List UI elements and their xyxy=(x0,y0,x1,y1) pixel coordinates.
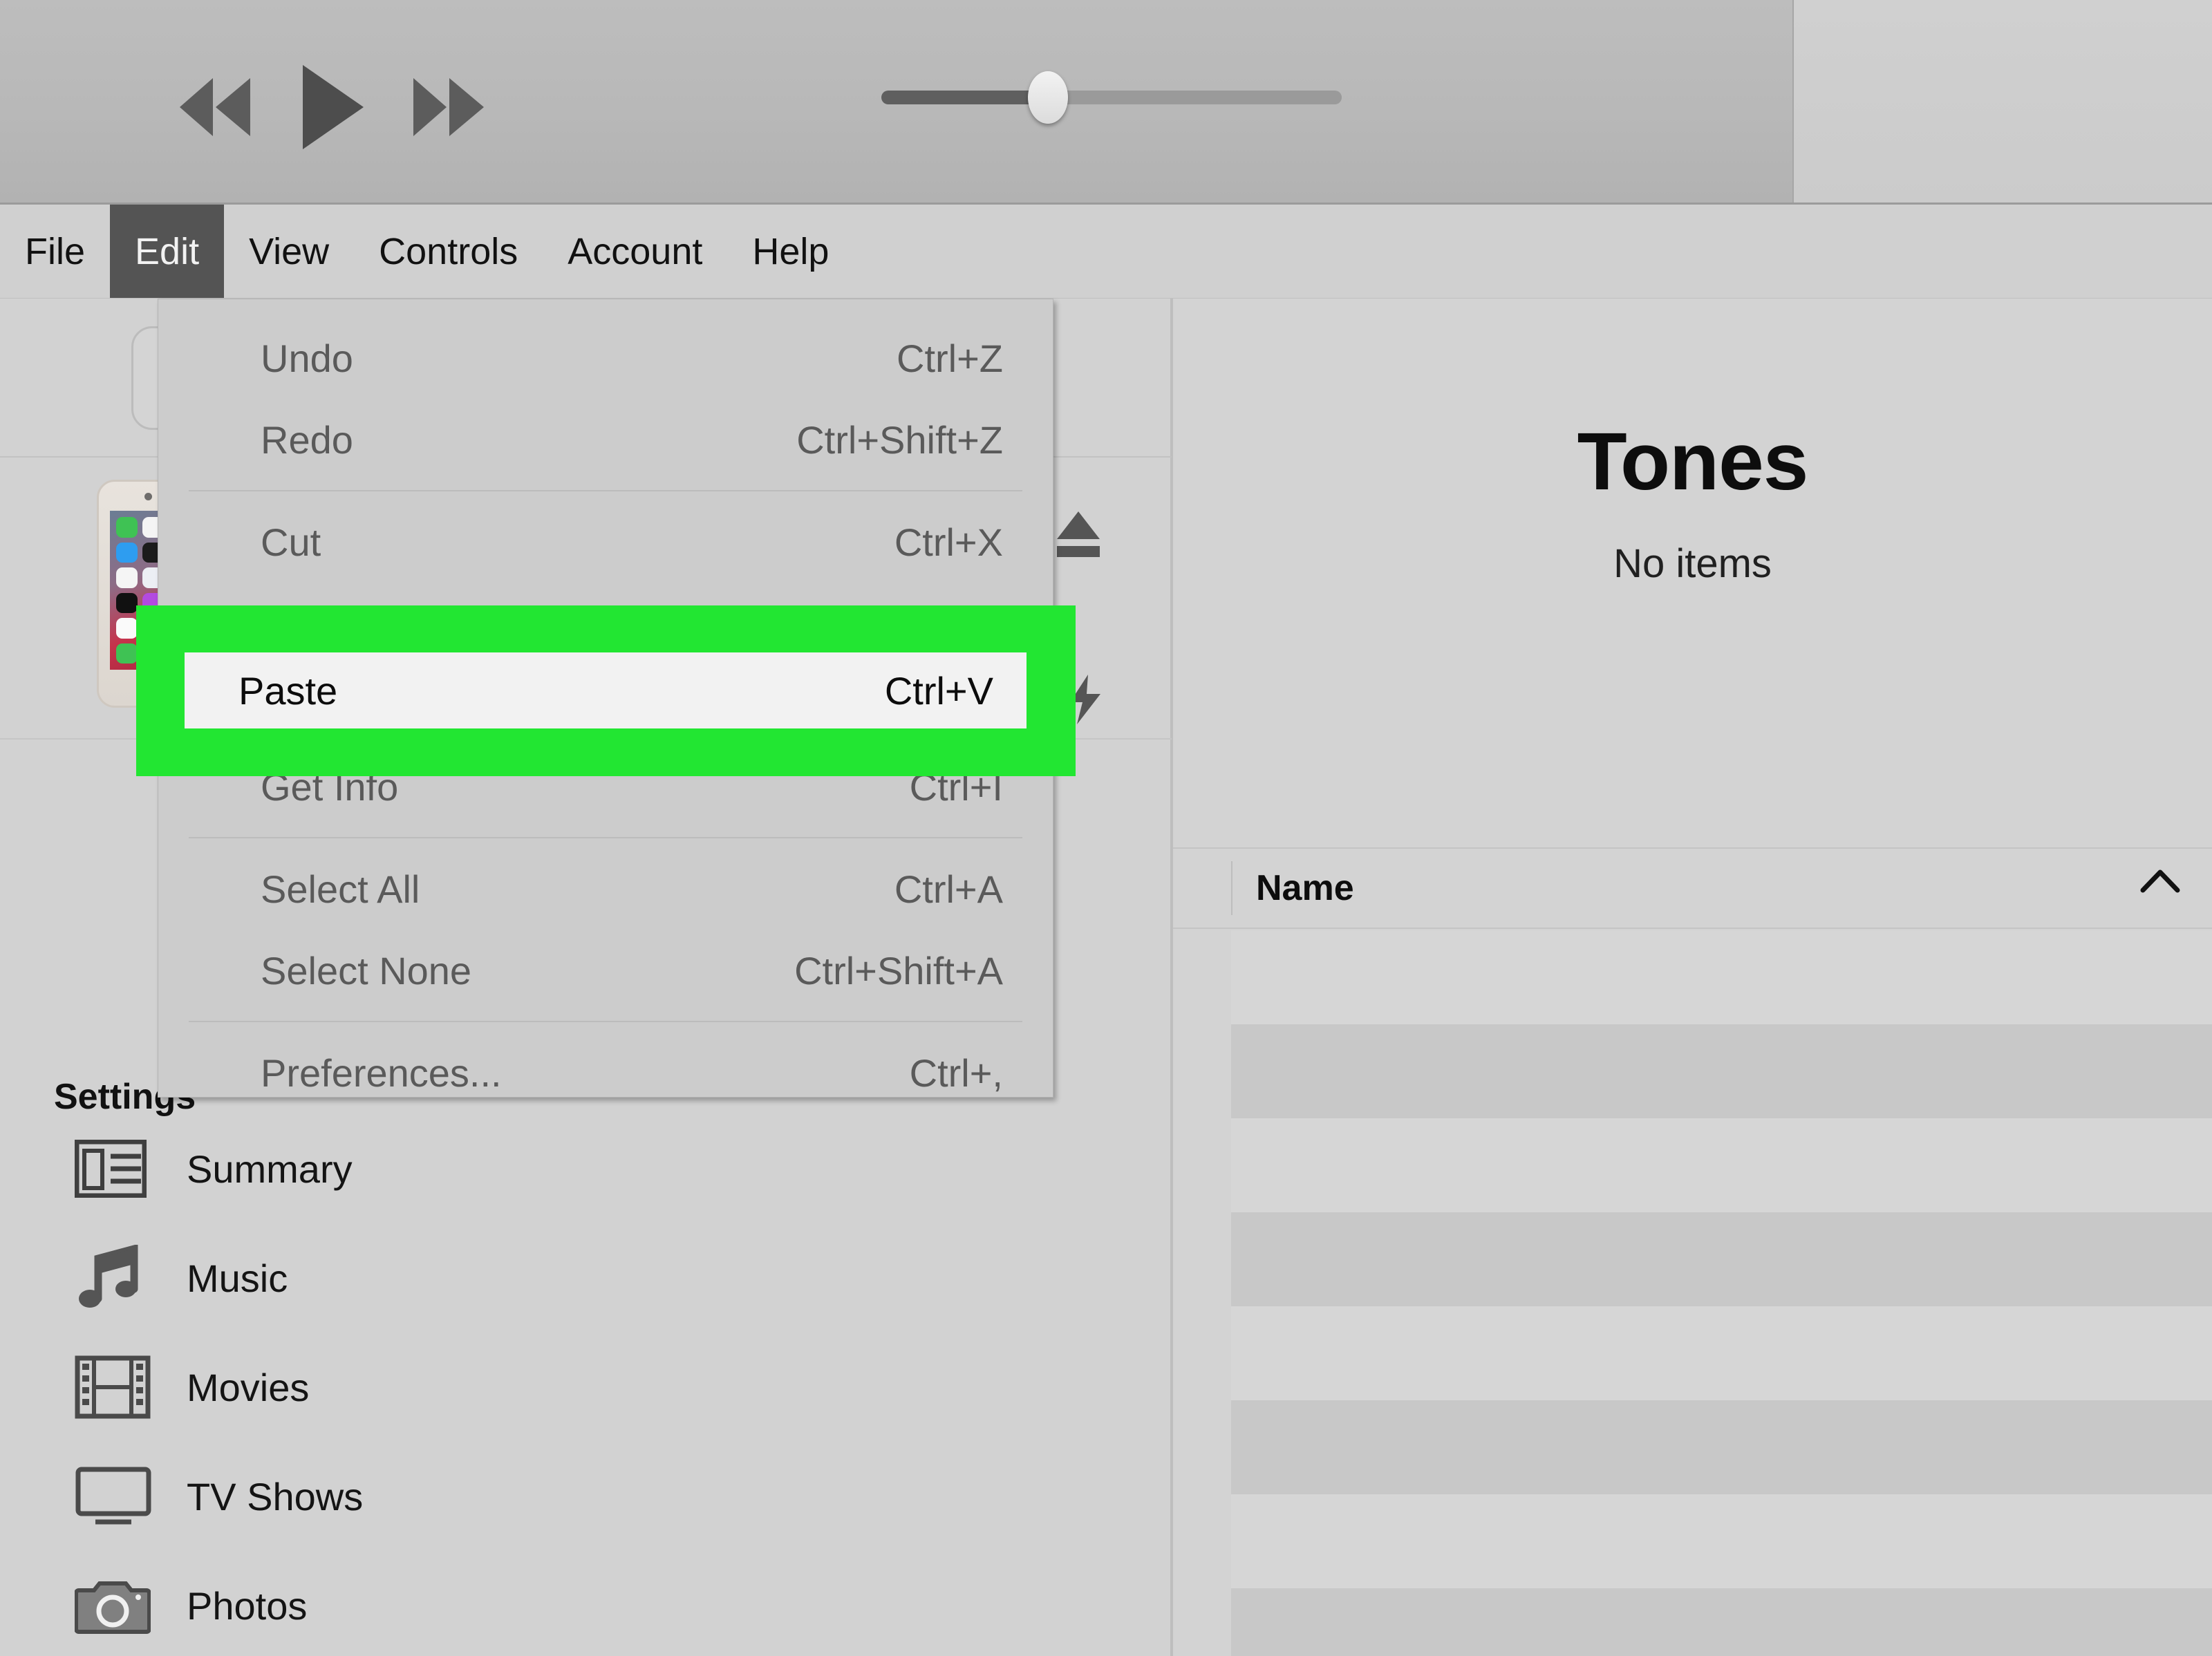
sort-indicator[interactable] xyxy=(2136,865,2184,902)
menu-account[interactable]: Account xyxy=(543,205,727,298)
sidebar-item-label: Photos xyxy=(187,1583,308,1628)
transport-controls xyxy=(173,62,491,152)
annotation-highlight-box: Paste Ctrl+V xyxy=(136,605,1076,776)
content-pane: Tones No items Name xyxy=(1173,299,2212,1656)
player-toolbar xyxy=(0,0,2212,205)
film-strip-icon xyxy=(75,1354,178,1420)
empty-state-text: No items xyxy=(1613,541,1772,586)
app-icon xyxy=(116,542,138,563)
volume-track-remaining xyxy=(1044,91,1342,104)
table-row[interactable] xyxy=(1173,1118,2212,1212)
column-divider xyxy=(1231,861,1232,915)
volume-track-filled xyxy=(881,91,1047,104)
sidebar-item-list: Summary Music Movies TV Shows Photos xyxy=(0,1114,1172,1656)
chevron-up-icon xyxy=(2140,869,2180,893)
menu-view[interactable]: View xyxy=(224,205,354,298)
menu-item-label: Redo xyxy=(261,417,353,462)
menu-item-label: Paste xyxy=(238,668,338,713)
menu-item-select-none[interactable]: Select None Ctrl+Shift+A xyxy=(158,930,1053,1011)
sidebar-item-photos[interactable]: Photos xyxy=(0,1551,1172,1656)
sidebar-item-label: Summary xyxy=(187,1147,353,1191)
sidebar-item-tv-shows[interactable]: TV Shows xyxy=(0,1442,1172,1551)
menu-item-undo[interactable]: Undo Ctrl+Z xyxy=(158,317,1053,399)
app-icon xyxy=(116,618,138,639)
table-row[interactable] xyxy=(1173,1588,2212,1656)
summary-icon xyxy=(75,1140,178,1198)
camera-icon xyxy=(75,1575,178,1636)
menu-item-shortcut: Ctrl+X xyxy=(894,520,1003,564)
menu-item-select-all[interactable]: Select All Ctrl+A xyxy=(158,848,1053,930)
play-icon xyxy=(303,65,364,149)
menu-help-label: Help xyxy=(752,230,830,272)
menu-item-cut[interactable]: Cut Ctrl+X xyxy=(158,501,1053,583)
menu-edit[interactable]: Edit xyxy=(110,205,225,298)
menu-item-preferences[interactable]: Preferences... Ctrl+, xyxy=(158,1032,1053,1113)
table-row[interactable] xyxy=(1173,930,2212,1024)
menu-separator xyxy=(189,1021,1022,1022)
menu-account-label: Account xyxy=(568,230,703,272)
itunes-window: File Edit View Controls Account Help Set… xyxy=(0,0,2212,1656)
table-header-gutter xyxy=(1173,849,1231,928)
rewind-button[interactable] xyxy=(173,74,256,140)
rewind-icon xyxy=(180,78,250,136)
menu-separator xyxy=(189,837,1022,838)
table-row[interactable] xyxy=(1173,1400,2212,1494)
device-camera-dot xyxy=(144,493,152,500)
tv-icon xyxy=(75,1465,178,1527)
menu-file-label: File xyxy=(25,230,86,272)
menu-item-label: Preferences... xyxy=(261,1051,502,1095)
menu-item-shortcut: Ctrl+Shift+Z xyxy=(796,417,1003,462)
sidebar-item-label: Music xyxy=(187,1256,288,1300)
menu-bar: File Edit View Controls Account Help xyxy=(0,205,2212,299)
table-row[interactable] xyxy=(1173,1306,2212,1400)
table-row[interactable] xyxy=(1173,1494,2212,1588)
fast-forward-icon xyxy=(413,78,484,136)
eject-icon xyxy=(1057,511,1100,557)
table-row[interactable] xyxy=(1173,1212,2212,1306)
sidebar-item-label: Movies xyxy=(187,1365,310,1409)
music-note-icon xyxy=(75,1245,178,1311)
volume-slider[interactable] xyxy=(881,71,1342,124)
menu-item-shortcut: Ctrl+Z xyxy=(897,336,1003,380)
menu-item-shortcut: Ctrl+Shift+A xyxy=(794,948,1003,992)
menu-item-shortcut: Ctrl+V xyxy=(884,668,993,713)
menu-view-label: View xyxy=(249,230,330,272)
column-header-name[interactable]: Name xyxy=(1256,867,1354,909)
menu-help[interactable]: Help xyxy=(727,205,854,298)
sidebar-item-label: TV Shows xyxy=(187,1474,364,1518)
app-icon xyxy=(116,567,138,588)
menu-item-redo[interactable]: Redo Ctrl+Shift+Z xyxy=(158,399,1053,480)
fast-forward-button[interactable] xyxy=(408,74,491,140)
sidebar-item-movies[interactable]: Movies xyxy=(0,1333,1172,1442)
highlighted-menu-item-paste[interactable]: Paste Ctrl+V xyxy=(185,652,1027,728)
table-body xyxy=(1173,930,2212,1656)
menu-file[interactable]: File xyxy=(0,205,110,298)
menu-controls-label: Controls xyxy=(379,230,518,272)
table-row[interactable] xyxy=(1173,1024,2212,1118)
sidebar-item-music[interactable]: Music xyxy=(0,1223,1172,1333)
page-title: Tones xyxy=(1577,416,1809,507)
menu-item-label: Cut xyxy=(261,520,321,564)
menu-item-shortcut: Ctrl+A xyxy=(894,867,1003,911)
menu-item-label: Undo xyxy=(261,336,353,380)
menu-separator xyxy=(189,490,1022,491)
sidebar-item-summary[interactable]: Summary xyxy=(0,1114,1172,1223)
play-button[interactable] xyxy=(297,62,366,152)
table-header: Name xyxy=(1173,847,2212,929)
app-icon xyxy=(116,517,138,538)
app-icon xyxy=(116,592,138,613)
menu-item-label: Select None xyxy=(261,948,472,992)
menu-item-label: Select All xyxy=(261,867,420,911)
toolbar-right-pane xyxy=(1792,0,2212,203)
app-icon xyxy=(116,643,138,664)
menu-controls[interactable]: Controls xyxy=(354,205,543,298)
menu-item-shortcut: Ctrl+, xyxy=(909,1051,1003,1095)
eject-button[interactable] xyxy=(1054,506,1103,561)
volume-slider-thumb[interactable] xyxy=(1028,71,1068,124)
menu-edit-label: Edit xyxy=(135,230,200,272)
table-body-gutter xyxy=(1173,930,1231,1656)
